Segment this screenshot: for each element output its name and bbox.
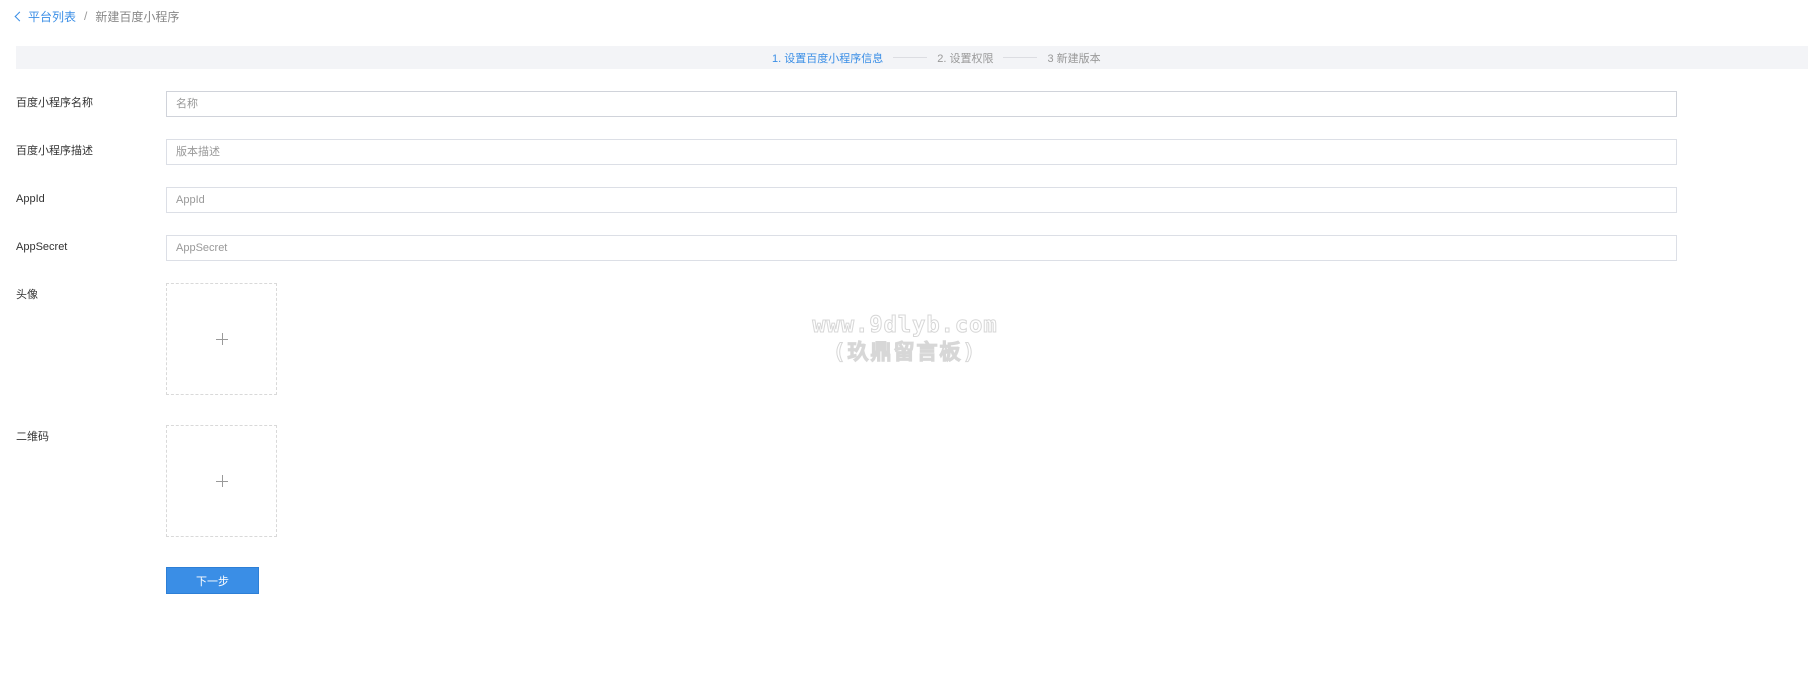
description-label: 百度小程序描述	[16, 145, 93, 157]
form-row-qrcode: 二维码	[16, 425, 1676, 542]
watermark-line-2: (玖鼎留言板)	[832, 340, 978, 365]
appid-input[interactable]	[166, 187, 1677, 213]
watermark-line-1: www.9dlyb.com	[812, 313, 998, 339]
qrcode-upload[interactable]	[166, 425, 277, 537]
steps: 1. 设置百度小程序信息 2. 设置权限 3 新建版本	[772, 46, 1101, 69]
name-label: 百度小程序名称	[16, 97, 93, 109]
appid-label: AppId	[16, 193, 45, 205]
plus-icon	[215, 333, 228, 345]
form-row-name: 百度小程序名称	[16, 91, 1677, 117]
next-button[interactable]: 下一步	[166, 567, 259, 594]
breadcrumb-back-label[interactable]: 平台列表	[28, 8, 76, 25]
step-1: 1. 设置百度小程序信息	[772, 52, 884, 65]
step-2: 2. 设置权限	[937, 52, 994, 65]
step-divider	[1003, 57, 1038, 58]
form-row-appid: AppId	[16, 187, 1677, 213]
plus-icon	[215, 475, 228, 487]
steps-bar: 1. 设置百度小程序信息 2. 设置权限 3 新建版本	[16, 46, 1808, 69]
breadcrumb-separator: /	[84, 9, 88, 23]
breadcrumb-current: 新建百度小程序	[95, 9, 180, 24]
breadcrumb: 平台列表 / 新建百度小程序	[14, 8, 180, 25]
breadcrumb-back-link[interactable]: 平台列表	[14, 8, 76, 25]
step-divider	[893, 57, 928, 58]
appsecret-label: AppSecret	[16, 241, 68, 253]
appsecret-input[interactable]	[166, 235, 1677, 261]
name-input[interactable]	[166, 91, 1677, 117]
watermark: www.9dlyb.com (玖鼎留言板)	[790, 312, 1020, 366]
qrcode-label: 二维码	[16, 431, 49, 443]
avatar-upload[interactable]	[166, 283, 277, 395]
form-row-appsecret: AppSecret	[16, 235, 1677, 261]
chevron-left-icon	[14, 11, 25, 22]
description-input[interactable]	[166, 139, 1677, 165]
form-row-description: 百度小程序描述	[16, 139, 1677, 165]
step-3: 3 新建版本	[1047, 52, 1101, 65]
avatar-label: 头像	[16, 289, 38, 301]
